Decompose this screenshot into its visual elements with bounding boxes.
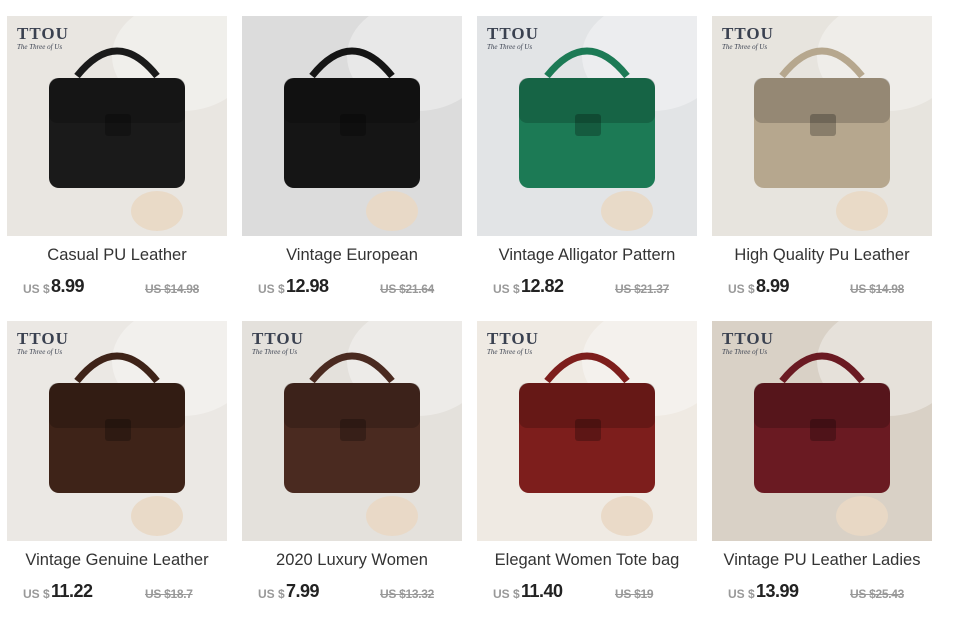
- product-card[interactable]: TTOU The Three of Us 2020 Luxury Women U…: [242, 321, 462, 606]
- product-image[interactable]: TTOU The Three of Us: [7, 16, 227, 236]
- product-title[interactable]: High Quality Pu Leather: [712, 246, 932, 265]
- product-title[interactable]: Elegant Women Tote bag: [477, 551, 697, 570]
- product-image[interactable]: [242, 16, 462, 236]
- brand-watermark: TTOU The Three of Us: [487, 329, 539, 356]
- price-row: US $ 8.99 US $14.98: [23, 276, 227, 298]
- product-title[interactable]: Vintage European: [242, 246, 462, 265]
- brand-watermark: TTOU The Three of Us: [722, 24, 774, 51]
- product-title[interactable]: Vintage Alligator Pattern: [477, 246, 697, 265]
- price-row: US $ 12.82 US $21.37: [493, 276, 697, 298]
- currency-label: US $: [728, 587, 755, 601]
- product-title[interactable]: 2020 Luxury Women: [242, 551, 462, 570]
- sale-price: 8.99: [756, 276, 790, 296]
- currency-label: US $: [258, 282, 285, 296]
- currency-label: US $: [23, 587, 50, 601]
- price-row: US $ 8.99 US $14.98: [728, 276, 932, 298]
- brand-watermark: TTOU The Three of Us: [17, 329, 69, 356]
- product-card[interactable]: Vintage European US $ 12.98 US $21.64: [242, 16, 462, 301]
- price-row: US $ 13.99 US $25.43: [728, 581, 932, 603]
- product-image[interactable]: TTOU The Three of Us: [712, 16, 932, 236]
- currency-label: US $: [728, 282, 755, 296]
- price-row: US $ 11.22 US $18.7: [23, 581, 227, 603]
- sale-price: 11.40: [521, 581, 563, 601]
- product-card[interactable]: TTOU The Three of Us Casual PU Leather U…: [7, 16, 227, 301]
- currency-label: US $: [493, 587, 520, 601]
- price-row: US $ 12.98 US $21.64: [258, 276, 462, 298]
- product-image[interactable]: TTOU The Three of Us: [477, 321, 697, 541]
- sale-price: 13.99: [756, 581, 799, 601]
- original-price: US $14.98: [145, 282, 200, 296]
- product-image[interactable]: TTOU The Three of Us: [242, 321, 462, 541]
- product-image[interactable]: TTOU The Three of Us: [712, 321, 932, 541]
- product-title[interactable]: Vintage PU Leather Ladies: [712, 551, 932, 570]
- product-image[interactable]: TTOU The Three of Us: [477, 16, 697, 236]
- sale-price: 8.99: [51, 276, 85, 296]
- brand-watermark: TTOU The Three of Us: [722, 329, 774, 356]
- product-image[interactable]: TTOU The Three of Us: [7, 321, 227, 541]
- currency-label: US $: [23, 282, 50, 296]
- price-row: US $ 11.40 US $19: [493, 581, 697, 603]
- product-card[interactable]: TTOU The Three of Us High Quality Pu Lea…: [712, 16, 932, 301]
- sale-price: 11.22: [51, 581, 93, 601]
- sale-price: 12.82: [521, 276, 564, 296]
- original-price: US $21.37: [615, 282, 670, 296]
- product-card[interactable]: TTOU The Three of Us Vintage Genuine Lea…: [7, 321, 227, 606]
- brand-watermark: TTOU The Three of Us: [487, 24, 539, 51]
- original-price: US $19: [615, 587, 654, 601]
- product-title[interactable]: Vintage Genuine Leather: [7, 551, 227, 570]
- original-price: US $25.43: [850, 587, 905, 601]
- product-title[interactable]: Casual PU Leather: [7, 246, 227, 265]
- product-card[interactable]: TTOU The Three of Us Elegant Women Tote …: [477, 321, 697, 606]
- product-card[interactable]: TTOU The Three of Us Vintage Alligator P…: [477, 16, 697, 301]
- price-row: US $ 7.99 US $13.32: [258, 581, 462, 603]
- currency-label: US $: [258, 587, 285, 601]
- brand-watermark: TTOU The Three of Us: [17, 24, 69, 51]
- sale-price: 12.98: [286, 276, 329, 296]
- original-price: US $18.7: [145, 587, 193, 601]
- sale-price: 7.99: [286, 581, 320, 601]
- product-card[interactable]: TTOU The Three of Us Vintage PU Leather …: [712, 321, 932, 606]
- currency-label: US $: [493, 282, 520, 296]
- original-price: US $13.32: [380, 587, 435, 601]
- original-price: US $14.98: [850, 282, 905, 296]
- original-price: US $21.64: [380, 282, 435, 296]
- brand-watermark: TTOU The Three of Us: [252, 329, 304, 356]
